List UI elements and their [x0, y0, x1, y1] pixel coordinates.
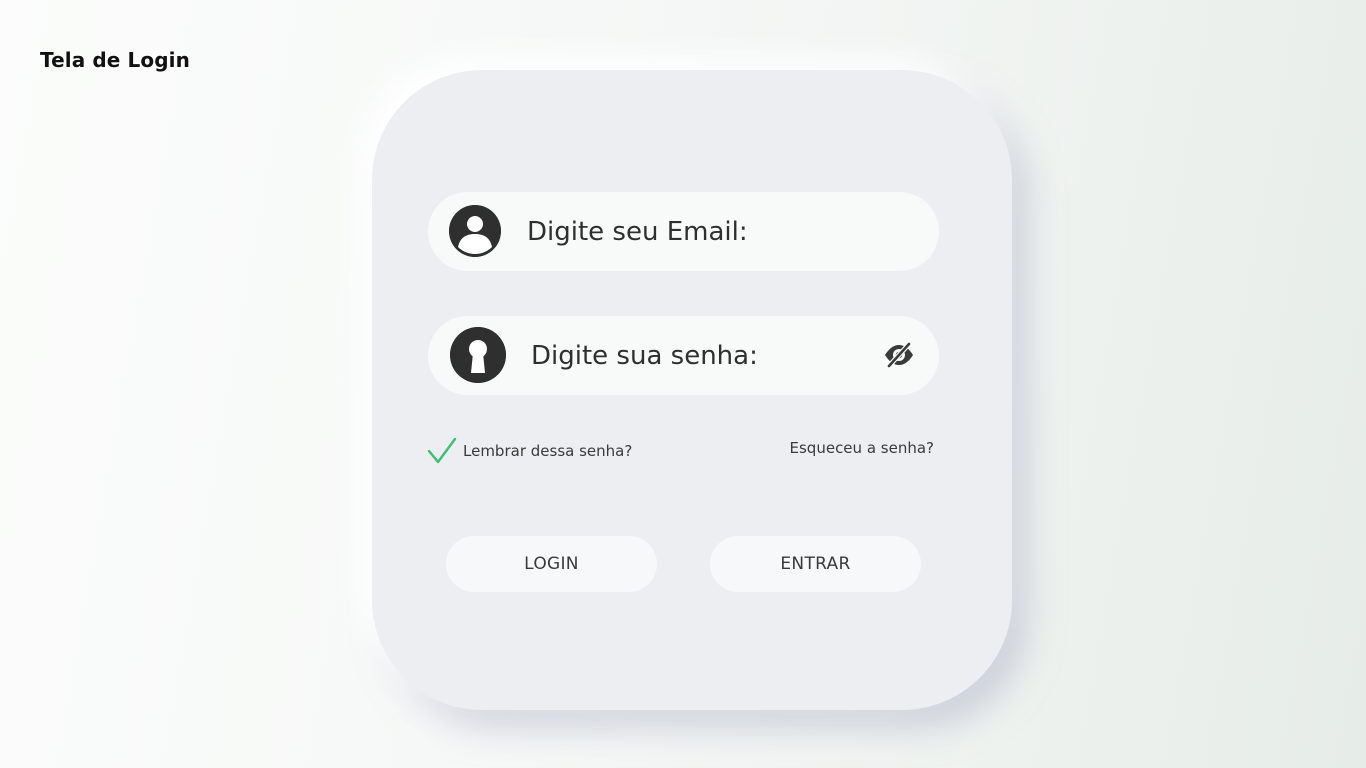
password-input[interactable] [531, 316, 861, 395]
keyhole-icon [450, 327, 506, 383]
forgot-password-link[interactable]: Esqueceu a senha? [790, 439, 934, 457]
checkmark-icon [426, 436, 458, 466]
password-field[interactable] [428, 316, 939, 395]
user-icon [449, 205, 501, 257]
remember-password-checkbox[interactable]: Lembrar dessa senha? [426, 436, 632, 466]
enter-button[interactable]: ENTRAR [710, 536, 921, 592]
eye-slash-icon[interactable] [883, 340, 915, 370]
login-button[interactable]: LOGIN [446, 536, 657, 592]
remember-password-label: Lembrar dessa senha? [463, 442, 633, 460]
email-field[interactable] [428, 192, 939, 271]
email-input[interactable] [527, 192, 917, 271]
page-title: Tela de Login [40, 48, 190, 72]
login-card: Lembrar dessa senha? Esqueceu a senha? L… [372, 70, 1012, 710]
